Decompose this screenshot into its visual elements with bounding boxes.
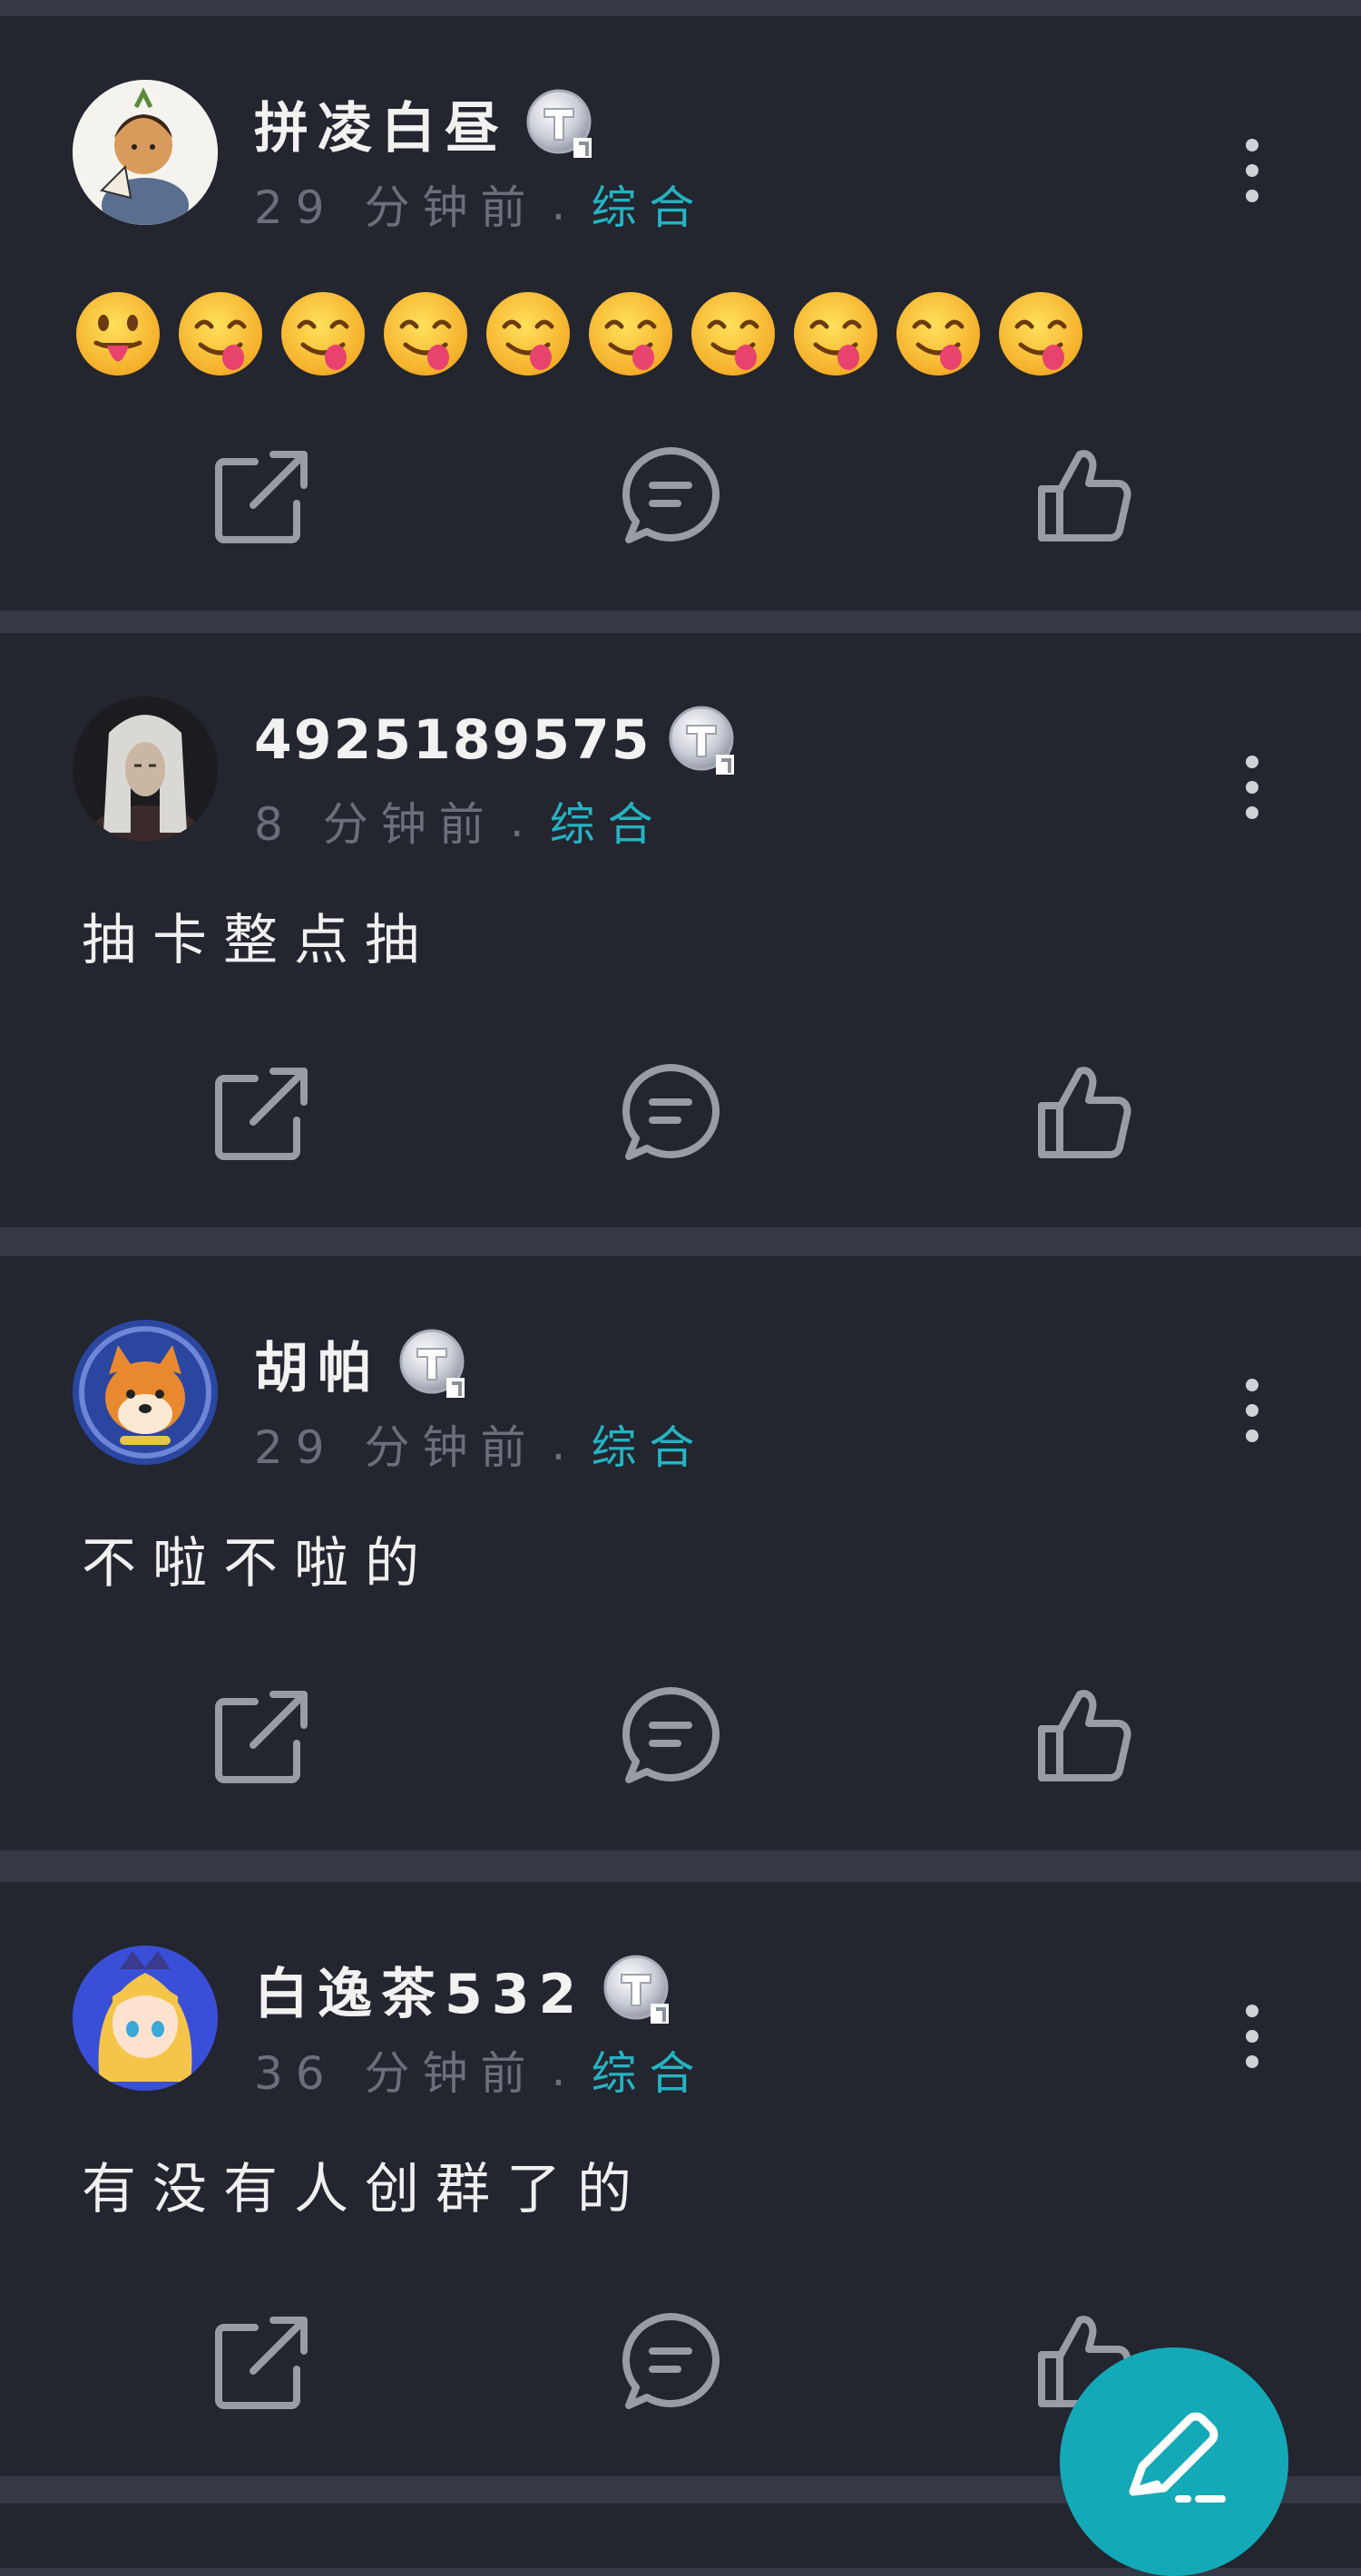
avatar[interactable] xyxy=(73,1320,218,1465)
more-options-button[interactable] xyxy=(1216,1991,1288,2082)
like-button[interactable] xyxy=(1029,1059,1138,1167)
post-card[interactable]: 4925189575 8 分钟前 . 综合 抽卡整点抽 xyxy=(0,633,1361,1227)
time-ago: 29 分钟前 xyxy=(254,181,539,234)
time-ago: 29 分钟前 xyxy=(254,1421,539,1474)
share-button[interactable] xyxy=(208,442,317,551)
comment-icon xyxy=(616,2308,725,2416)
yum-face-emoji-icon xyxy=(483,288,573,379)
share-button[interactable] xyxy=(208,1682,317,1791)
post-actions xyxy=(0,1673,1361,1800)
silver-badge-icon xyxy=(667,704,739,776)
more-options-button[interactable] xyxy=(1216,1365,1288,1456)
category-tag[interactable]: 综合 xyxy=(591,171,707,237)
username[interactable]: 拼凌白昼 xyxy=(254,84,508,163)
comment-icon xyxy=(616,1059,725,1167)
yum-face-emoji-icon xyxy=(995,288,1086,379)
share-icon xyxy=(208,1682,317,1791)
name-row: 白逸茶532 xyxy=(254,1953,674,2026)
like-button[interactable] xyxy=(1029,442,1138,551)
share-icon xyxy=(208,1059,317,1167)
silver-badge-icon xyxy=(397,1327,470,1400)
yum-face-emoji-icon xyxy=(585,288,676,379)
category-tag[interactable]: 综合 xyxy=(550,788,666,854)
more-options-button[interactable] xyxy=(1216,742,1288,833)
avatar[interactable] xyxy=(73,1946,218,2091)
post-meta: 29 分钟前 . 综合 xyxy=(254,1412,707,1476)
post-content[interactable]: 有没有人创群了的 xyxy=(82,2145,648,2224)
post-meta: 8 分钟前 . 综合 xyxy=(254,789,666,853)
like-icon xyxy=(1029,442,1138,551)
white-haired-character-avatar-icon xyxy=(73,697,218,842)
comment-button[interactable] xyxy=(616,442,725,551)
post-card[interactable]: 拼凌白昼 29 分钟前 . 综合 xyxy=(0,16,1361,610)
like-button[interactable] xyxy=(1029,1682,1138,1791)
post-meta: 29 分钟前 . 综合 xyxy=(254,172,707,236)
category-tag[interactable]: 综合 xyxy=(591,1411,707,1477)
username[interactable]: 胡帕 xyxy=(254,1324,381,1403)
yum-face-emoji-icon xyxy=(790,288,881,379)
yum-face-emoji-icon xyxy=(175,288,266,379)
post-content xyxy=(73,288,1086,379)
avatar[interactable] xyxy=(73,697,218,842)
more-options-button[interactable] xyxy=(1216,125,1288,216)
compose-pencil-icon xyxy=(1129,2412,1226,2503)
name-row: 胡帕 xyxy=(254,1327,470,1400)
post-content[interactable]: 不啦不啦的 xyxy=(82,1519,436,1598)
post-meta: 36 分钟前 . 综合 xyxy=(254,2038,707,2102)
post-actions xyxy=(0,1049,1361,1176)
meta-separator: . xyxy=(551,178,579,230)
more-vertical-icon xyxy=(1216,125,1288,216)
more-vertical-icon xyxy=(1216,742,1288,833)
username[interactable]: 4925189575 xyxy=(254,708,651,772)
category-tag[interactable]: 综合 xyxy=(591,2037,707,2103)
comment-button[interactable] xyxy=(616,1682,725,1791)
like-icon xyxy=(1029,1682,1138,1791)
comment-button[interactable] xyxy=(616,2308,725,2416)
comment-icon xyxy=(616,442,725,551)
fan-girl-avatar-icon xyxy=(73,80,218,225)
avatar[interactable] xyxy=(73,80,218,225)
meta-separator: . xyxy=(551,2044,579,2096)
more-vertical-icon xyxy=(1216,1365,1288,1456)
compose-button[interactable] xyxy=(1060,2347,1288,2576)
name-row: 拼凌白昼 xyxy=(254,84,597,163)
share-button[interactable] xyxy=(208,2308,317,2416)
name-row: 4925189575 xyxy=(254,704,739,776)
time-ago: 36 分钟前 xyxy=(254,2047,539,2100)
yum-face-emoji-icon xyxy=(278,288,368,379)
blonde-anime-girl-avatar-icon xyxy=(73,1946,218,2091)
shiba-dog-avatar-icon xyxy=(73,1320,218,1465)
stuck-out-tongue-emoji-icon xyxy=(73,288,163,379)
yum-face-emoji-icon xyxy=(380,288,471,379)
share-icon xyxy=(208,2308,317,2416)
post-actions xyxy=(0,433,1361,560)
comment-button[interactable] xyxy=(616,1059,725,1167)
yum-face-emoji-icon xyxy=(893,288,984,379)
silver-badge-icon xyxy=(524,87,597,160)
post-content[interactable]: 抽卡整点抽 xyxy=(82,896,436,975)
yum-face-emoji-icon xyxy=(688,288,778,379)
share-icon xyxy=(208,442,317,551)
meta-separator: . xyxy=(551,1418,579,1470)
like-icon xyxy=(1029,1059,1138,1167)
comment-icon xyxy=(616,1682,725,1791)
time-ago: 8 分钟前 xyxy=(254,798,497,851)
share-button[interactable] xyxy=(208,1059,317,1167)
more-vertical-icon xyxy=(1216,1991,1288,2082)
post-card[interactable]: 胡帕 29 分钟前 . 综合 不啦不啦的 xyxy=(0,1256,1361,1850)
meta-separator: . xyxy=(509,795,537,847)
username[interactable]: 白逸茶532 xyxy=(254,1950,585,2029)
silver-badge-icon xyxy=(602,1953,674,2025)
